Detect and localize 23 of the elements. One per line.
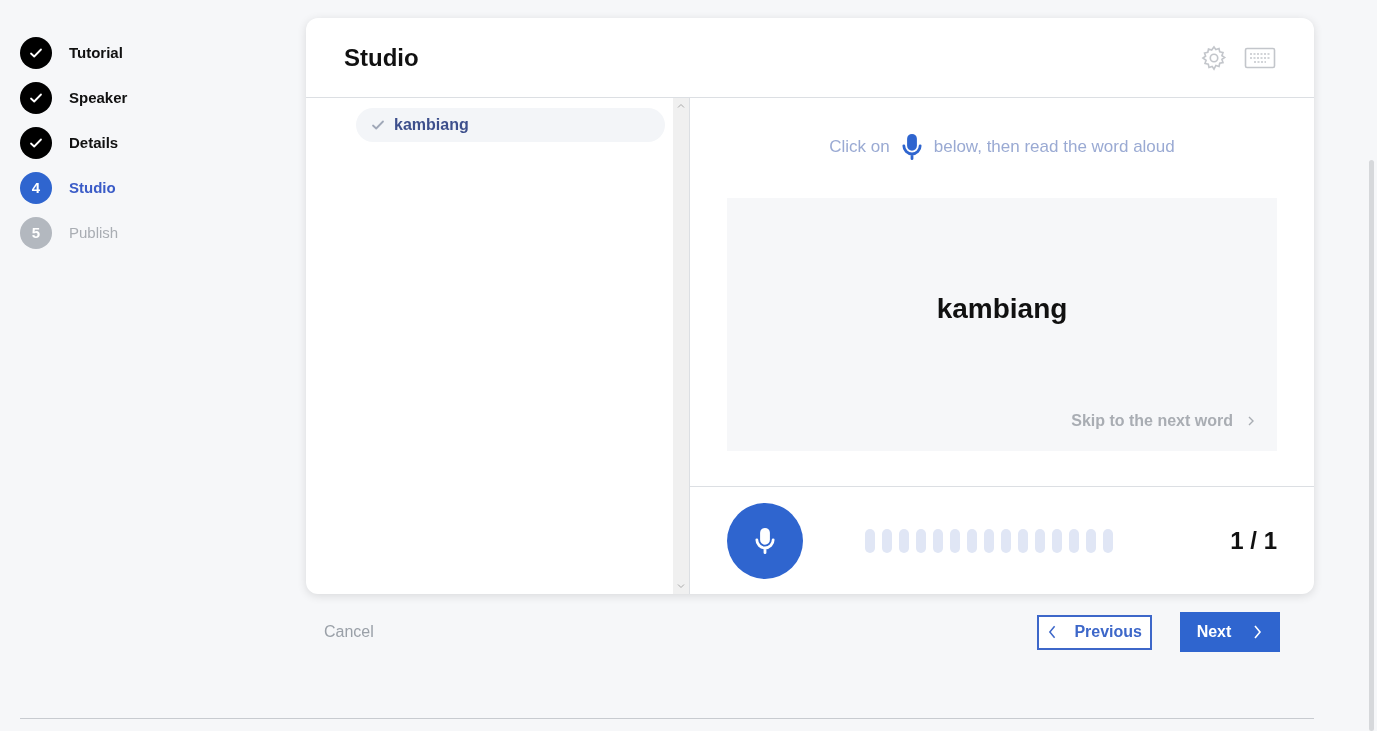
keyboard-icon[interactable] — [1244, 45, 1276, 70]
card-title: Studio — [344, 42, 420, 73]
step-label: Publish — [69, 222, 119, 243]
next-button[interactable]: Next — [1180, 612, 1280, 652]
scroll-up-icon[interactable] — [677, 102, 685, 110]
step-label: Studio — [69, 177, 116, 198]
settings-icon[interactable] — [1200, 43, 1228, 72]
word-label: kambiang — [394, 115, 469, 135]
instruction-text: Click on — [829, 136, 890, 159]
scroll-down-icon[interactable] — [677, 582, 685, 590]
word-counter: 1 / 1 — [1230, 525, 1277, 556]
step-label: Details — [69, 132, 119, 153]
scrollbar[interactable] — [673, 98, 689, 594]
previous-button[interactable]: Previous — [1037, 614, 1152, 650]
step-number: 5 — [20, 217, 52, 249]
word-list-item[interactable]: kambiang — [356, 108, 665, 142]
step-number: 4 — [20, 172, 52, 204]
current-word: kambiang — [936, 291, 1068, 326]
chevron-right-icon — [1251, 624, 1264, 640]
step-label: Speaker — [69, 87, 128, 108]
instruction-text: below, then read the word aloud — [933, 136, 1175, 159]
step-label: Tutorial — [69, 42, 123, 63]
page-scrollbar[interactable] — [1369, 160, 1374, 731]
